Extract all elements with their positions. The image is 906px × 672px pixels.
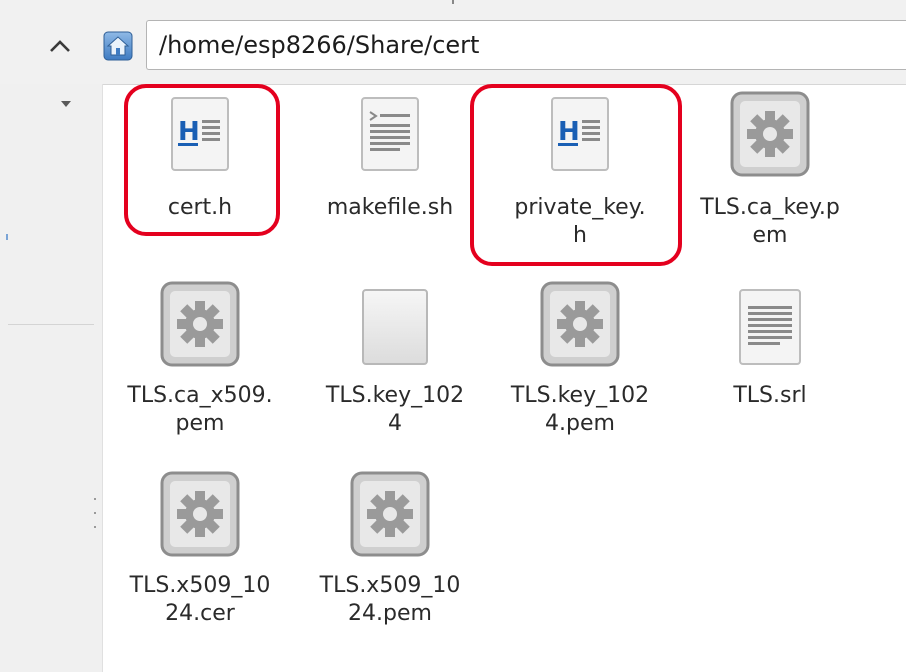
file-item-tls-x509-1024-cer[interactable]: TLS.x509_10 24.cer: [105, 470, 295, 640]
gear-file-icon: [160, 471, 240, 557]
file-item-tls-ca-key-pem[interactable]: TLS.ca_key.p em: [675, 90, 865, 260]
file-icon-container: [675, 90, 865, 177]
file-item-private-key-h[interactable]: H private_key. h: [485, 96, 675, 266]
file-icon-container: [675, 288, 865, 372]
file-icon-container: H: [485, 96, 675, 180]
file-name: TLS.x509_10 24.cer: [129, 573, 271, 626]
file-item-tls-x509-1024-pem[interactable]: TLS.x509_10 24.pem: [295, 470, 485, 640]
sidebar-resize-handle[interactable]: [93, 498, 96, 528]
c-header-file-icon: H: [171, 97, 229, 171]
home-icon[interactable]: [103, 31, 133, 61]
file-item-cert-h[interactable]: H cert.h: [105, 96, 295, 236]
file-item-tls-key-1024[interactable]: TLS.key_102 4: [300, 288, 490, 458]
gear-file-icon: [160, 281, 240, 367]
file-item-tls-key-1024-pem[interactable]: TLS.key_102 4.pem: [485, 280, 675, 450]
gear-file-icon: [730, 91, 810, 177]
file-name: makefile.sh: [326, 195, 454, 220]
svg-text:H: H: [558, 117, 580, 147]
sidebar-divider: [8, 324, 94, 325]
file-icon-container: [295, 96, 485, 180]
toolbar-notch: [452, 0, 454, 4]
file-icon-container: [485, 280, 675, 367]
file-item-tls-ca-x509-pem[interactable]: TLS.ca_x509. pem: [105, 280, 295, 450]
file-icon-container: [295, 470, 485, 557]
location-toolbar: /home/esp8266/Share/cert: [0, 0, 906, 85]
file-icon-container: [300, 288, 490, 372]
chevron-up-icon: [50, 40, 70, 52]
file-item-tls-srl[interactable]: TLS.srl: [675, 288, 865, 428]
places-sidebar: [0, 84, 103, 672]
file-name: cert.h: [167, 195, 233, 220]
file-name: TLS.key_102 4.pem: [510, 383, 650, 436]
svg-text:H: H: [178, 117, 200, 147]
file-name: private_key. h: [514, 195, 646, 248]
file-name: TLS.ca_key.p em: [700, 195, 840, 248]
file-item-makefile-sh[interactable]: makefile.sh: [295, 96, 485, 236]
file-name: TLS.key_102 4: [325, 383, 465, 436]
location-path-field[interactable]: /home/esp8266/Share/cert: [146, 20, 906, 70]
file-icon-container: [105, 470, 295, 557]
shell-script-file-icon: [361, 97, 419, 171]
sidebar-edge-mark: [6, 234, 8, 240]
expand-arrow-icon[interactable]: [61, 101, 71, 107]
file-icon-container: [105, 280, 295, 367]
c-header-file-icon: H: [551, 97, 609, 171]
gear-file-icon: [350, 471, 430, 557]
gear-file-icon: [540, 281, 620, 367]
file-name: TLS.x509_10 24.pem: [319, 573, 461, 626]
text-file-icon: [739, 289, 801, 365]
parent-folder-button[interactable]: [40, 28, 80, 64]
file-icon-container: H: [105, 96, 295, 180]
file-name: TLS.ca_x509. pem: [127, 383, 273, 436]
blank-file-icon: [362, 289, 428, 365]
file-name: TLS.srl: [733, 383, 807, 408]
